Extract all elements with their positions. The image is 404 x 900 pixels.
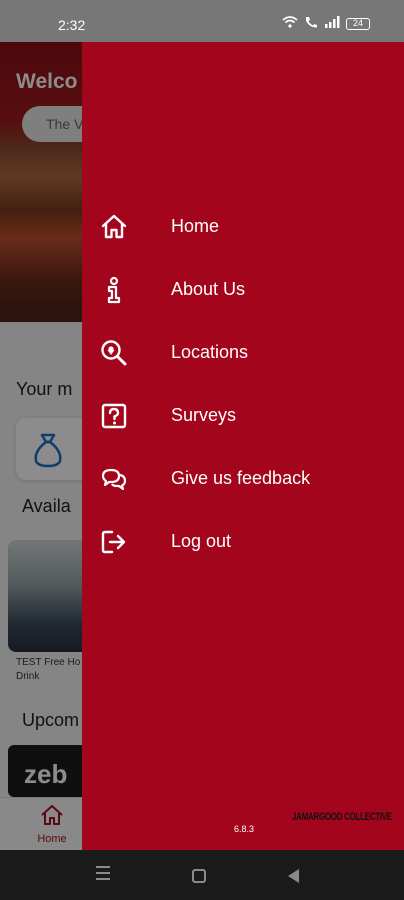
screen: 2:32 24 Welco The V Your m Availa TEST F… bbox=[0, 0, 404, 900]
brand-logo: JAMARGOOD COLLECTIVE bbox=[292, 810, 392, 823]
logout-icon bbox=[100, 528, 128, 556]
system-nav-bar bbox=[0, 850, 404, 900]
back-button[interactable] bbox=[288, 869, 299, 883]
menu-item-label: Locations bbox=[171, 342, 249, 362]
status-bar: 2:32 24 bbox=[0, 0, 404, 42]
menu-item-label: Surveys bbox=[171, 405, 237, 425]
wifi-icon bbox=[282, 16, 298, 31]
battery-icon: 24 bbox=[346, 17, 370, 30]
menu-item-home[interactable]: Home bbox=[82, 195, 404, 258]
call-icon bbox=[304, 16, 318, 31]
menu-item-log-out[interactable]: Log out bbox=[82, 510, 404, 573]
drawer-menu: Home About Us Locations Surveys Give us … bbox=[82, 195, 404, 573]
navigation-drawer: Home About Us Locations Surveys Give us … bbox=[82, 42, 404, 850]
home-icon bbox=[100, 213, 128, 241]
menu-item-about-us[interactable]: About Us bbox=[82, 258, 404, 321]
question-icon bbox=[100, 402, 128, 430]
menu-item-label: Home bbox=[171, 216, 220, 236]
menu-item-label: Give us feedback bbox=[171, 468, 311, 488]
menu-item-give-feedback[interactable]: Give us feedback bbox=[82, 447, 404, 510]
menu-item-locations[interactable]: Locations bbox=[82, 321, 404, 384]
info-icon bbox=[100, 276, 128, 304]
menu-item-label: About Us bbox=[171, 279, 246, 299]
signal-icon bbox=[324, 16, 340, 31]
status-icons: 24 bbox=[282, 16, 370, 31]
app-version: 6.8.3 bbox=[234, 824, 255, 834]
location-search-icon bbox=[100, 339, 128, 367]
menu-item-label: Log out bbox=[171, 531, 232, 551]
recents-button[interactable] bbox=[96, 866, 110, 884]
menu-item-surveys[interactable]: Surveys bbox=[82, 384, 404, 447]
chat-icon bbox=[100, 465, 128, 493]
status-time: 2:32 bbox=[58, 17, 86, 33]
home-button[interactable] bbox=[192, 869, 206, 883]
